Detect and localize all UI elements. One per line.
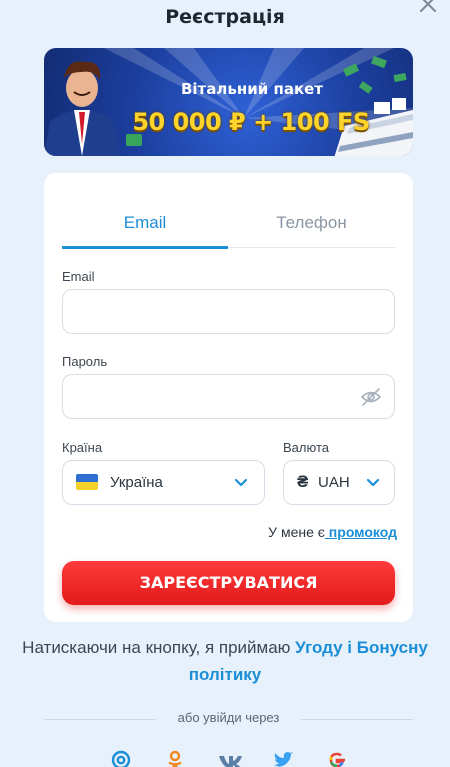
hryvnia-icon: ₴ (297, 472, 309, 491)
promo-code-row: У мене є промокод (268, 524, 397, 540)
vk-icon[interactable] (217, 748, 242, 767)
odnoklassniki-icon[interactable] (163, 748, 187, 767)
email-field[interactable] (63, 290, 394, 333)
social-divider: або увійди через (44, 710, 413, 728)
banner-title: Вітальний пакет (180, 80, 323, 98)
promo-code-link[interactable]: промокод (325, 524, 397, 540)
email-label: Email (62, 269, 95, 284)
country-select[interactable]: Україна (62, 460, 265, 505)
chevron-down-icon (234, 478, 248, 487)
social-login-row (0, 746, 450, 767)
chevron-down-icon (366, 478, 380, 487)
promo-text: У мене є (268, 524, 325, 540)
ukraine-flag-icon (76, 474, 98, 490)
tab-active-indicator (62, 246, 228, 249)
password-label: Пароль (62, 354, 108, 369)
close-icon[interactable] (416, 0, 440, 16)
mail-ru-icon[interactable] (109, 748, 133, 767)
welcome-banner[interactable]: Вітальний пакет 50 000 ₽ + 100 FS (44, 48, 413, 156)
currency-select[interactable]: ₴ UAH (283, 460, 395, 505)
tab-bar: Email Телефон (62, 213, 395, 249)
tab-phone[interactable]: Телефон (228, 213, 395, 249)
social-login-label: або увійди через (177, 710, 280, 725)
eye-off-icon[interactable] (360, 387, 382, 407)
tab-email[interactable]: Email (62, 213, 228, 249)
twitter-icon[interactable] (271, 748, 295, 767)
page-title: Реєстрація (165, 6, 285, 28)
country-value: Україна (110, 474, 163, 491)
banner-bonus-amount: 50 000 ₽ + 100 FS (132, 108, 370, 136)
modal-header: Реєстрація (0, 0, 450, 34)
terms-notice: Натискаючи на кнопку, я приймаю Угоду і … (20, 634, 430, 688)
email-field-wrapper (62, 289, 395, 334)
registration-form: Email Телефон Email Пароль Країна Україн… (44, 173, 413, 622)
country-label: Країна (62, 440, 103, 455)
register-button[interactable]: ЗАРЕЄСТРУВАТИСЯ (62, 561, 395, 605)
terms-text: Натискаючи на кнопку, я приймаю (22, 638, 296, 657)
password-field-wrapper (62, 374, 395, 419)
password-field[interactable] (63, 375, 394, 418)
banner-artwork (44, 48, 413, 156)
currency-value: UAH (318, 474, 350, 491)
google-icon[interactable] (325, 748, 349, 767)
currency-label: Валюта (283, 440, 329, 455)
